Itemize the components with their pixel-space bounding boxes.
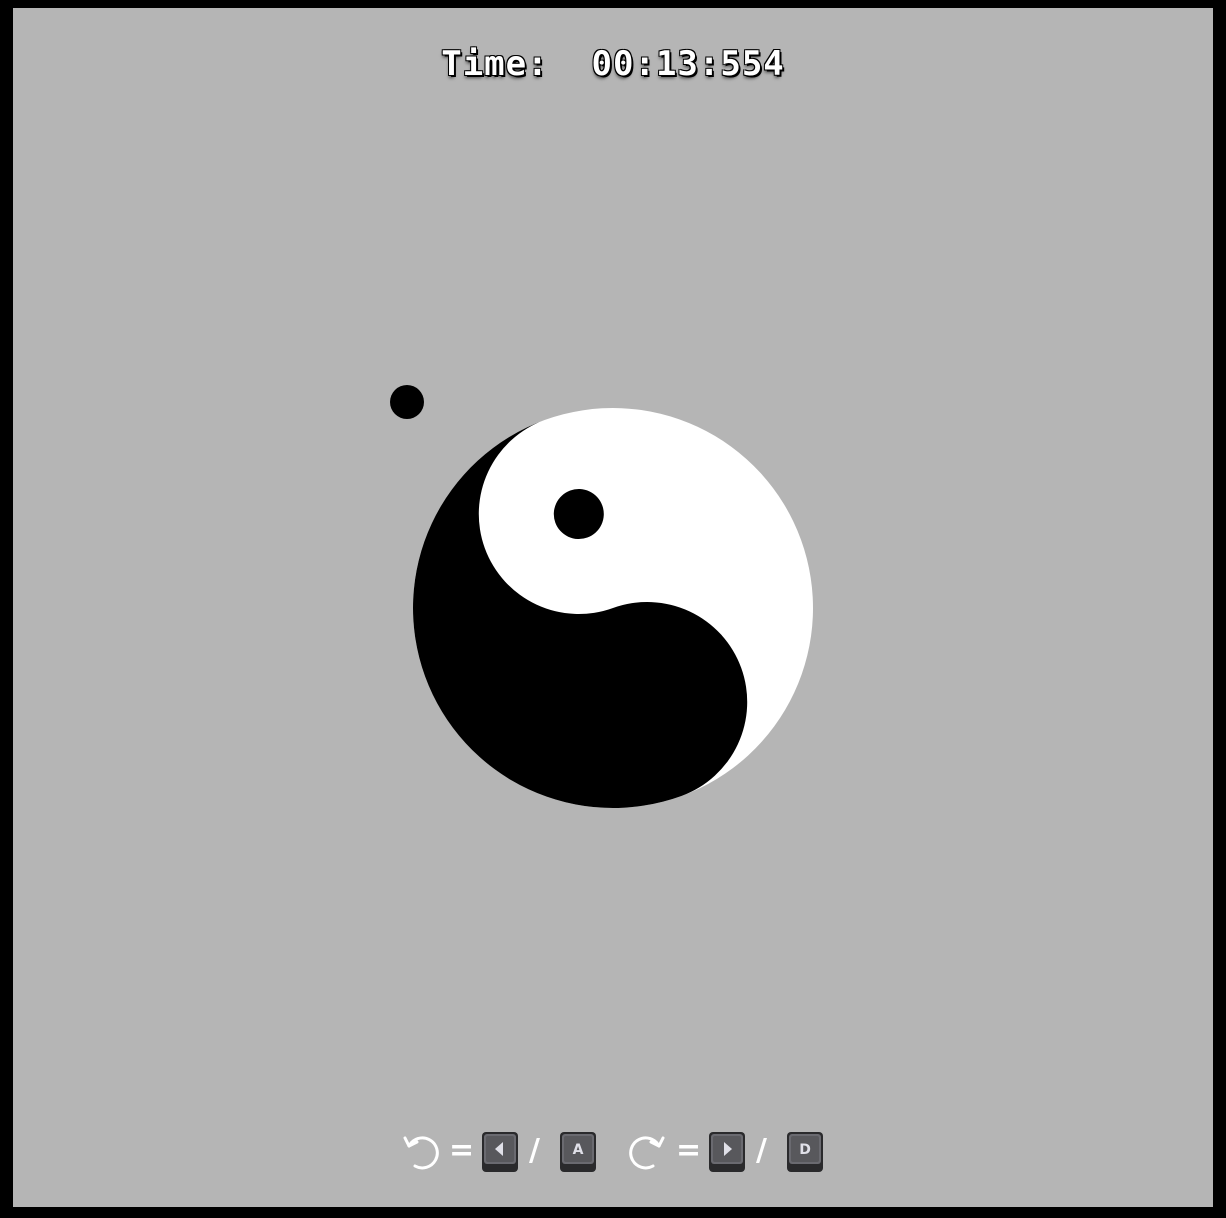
- game-canvas[interactable]: Time: 00:13:554 = / A = / D: [13, 8, 1213, 1207]
- rotate-clockwise-icon: [629, 1136, 665, 1170]
- equals-sign: =: [449, 1133, 475, 1168]
- separator-slash: /: [756, 1133, 767, 1168]
- separator-slash: /: [529, 1133, 540, 1168]
- d-key-glyph: D: [799, 1142, 811, 1158]
- timer-label: Time:: [441, 44, 571, 84]
- left-arrow-key-icon: [482, 1132, 518, 1172]
- timer-display: Time: 00:13:554: [13, 44, 1213, 84]
- d-key-icon: D: [787, 1132, 823, 1172]
- a-key-glyph: A: [573, 1142, 584, 1158]
- a-key-icon: A: [560, 1132, 596, 1172]
- right-arrow-key-icon: [709, 1132, 745, 1172]
- equals-sign: =: [676, 1133, 702, 1168]
- timer-value: 00:13:554: [591, 44, 785, 84]
- controls-legend: = / A = / D: [13, 1128, 1213, 1176]
- yin-yang-shield: [413, 408, 813, 808]
- rotate-counterclockwise-icon: [403, 1136, 439, 1170]
